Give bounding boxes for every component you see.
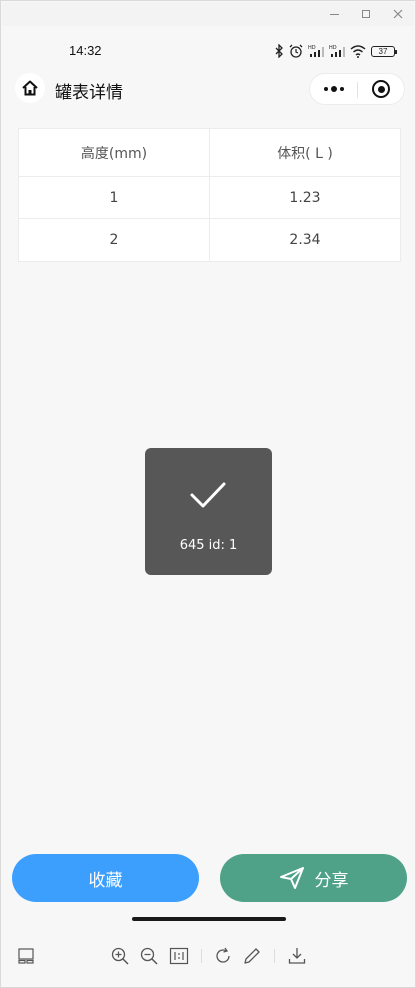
status-icons: HD HD 37 <box>275 43 397 59</box>
nav-bar: 罐表详情 <box>1 69 415 109</box>
close-window-button[interactable] <box>384 4 412 24</box>
actual-size-icon <box>169 947 189 965</box>
share-button[interactable]: 分享 <box>220 854 407 902</box>
cell-volume: 2.34 <box>209 219 400 261</box>
battery-icon: 37 <box>371 45 397 57</box>
home-button[interactable] <box>15 73 45 103</box>
zoom-out-button[interactable] <box>138 945 160 967</box>
rotate-icon <box>216 947 230 963</box>
download-button[interactable] <box>286 945 308 967</box>
bluetooth-icon <box>275 44 284 58</box>
hd-signal-icon: HD <box>329 44 345 58</box>
download-icon <box>288 948 306 964</box>
minimize-icon <box>329 13 339 15</box>
close-icon <box>393 9 403 19</box>
table-row: 1 1.23 <box>19 177 400 219</box>
maximize-icon <box>362 10 370 18</box>
pencil-icon <box>244 948 260 964</box>
success-toast: 645 id: 1 <box>145 448 272 575</box>
send-icon <box>279 867 304 889</box>
favorite-label: 收藏 <box>88 870 123 891</box>
wifi-icon <box>350 44 366 58</box>
status-bar: 14:32 HD HD 37 <box>1 37 415 65</box>
table-header-row: 高度(mm) 体积( L ) <box>19 129 400 177</box>
window-titlebar <box>2 2 414 26</box>
home-icon <box>22 80 38 96</box>
column-header-height: 高度(mm) <box>80 145 148 162</box>
table-row: 2 2.34 <box>19 219 400 261</box>
cell-volume: 1.23 <box>209 177 400 218</box>
zoom-out-icon <box>140 947 158 965</box>
actual-size-button[interactable] <box>168 945 190 967</box>
checkmark-icon <box>190 482 226 508</box>
toast-message: 645 id: 1 <box>179 538 238 553</box>
toolbar-divider <box>201 949 202 963</box>
toolbar-divider <box>274 949 275 963</box>
more-dot-icon <box>331 86 337 92</box>
layout-icon <box>18 948 34 964</box>
share-label: 分享 <box>314 870 349 891</box>
alarm-icon <box>289 44 303 58</box>
zoom-in-icon <box>111 947 129 965</box>
target-icon-core <box>377 85 385 93</box>
miniprogram-capsule <box>309 73 405 105</box>
more-dot-icon <box>340 87 344 91</box>
more-button[interactable] <box>310 74 358 104</box>
status-time: 14:32 <box>69 43 102 58</box>
layout-button[interactable] <box>15 945 37 967</box>
hd-signal-icon: HD <box>308 44 324 58</box>
more-dot-icon <box>324 87 328 91</box>
column-header-volume: 体积( L ) <box>209 129 400 176</box>
page-title: 罐表详情 <box>55 83 123 103</box>
target-icon <box>372 80 390 98</box>
viewer-toolbar <box>1 941 415 971</box>
maximize-button[interactable] <box>352 4 380 24</box>
svg-text:HD: HD <box>329 45 337 51</box>
cell-height: 1 <box>109 189 119 206</box>
cell-height: 2 <box>109 232 119 248</box>
svg-text:HD: HD <box>308 45 316 51</box>
edit-button[interactable] <box>241 945 263 967</box>
zoom-in-button[interactable] <box>109 945 131 967</box>
tank-table: 高度(mm) 体积( L ) 1 1.23 2 2.34 <box>18 128 401 262</box>
app-window: 14:32 HD HD 37 罐表详情 高度(mm) 体积(L) 1 1.2… <box>0 0 416 988</box>
favorite-button[interactable]: 收藏 <box>12 854 199 902</box>
home-indicator <box>132 917 286 921</box>
minimize-button[interactable] <box>320 4 348 24</box>
exit-miniprogram-button[interactable] <box>358 74 404 104</box>
rotate-button[interactable] <box>212 945 234 967</box>
